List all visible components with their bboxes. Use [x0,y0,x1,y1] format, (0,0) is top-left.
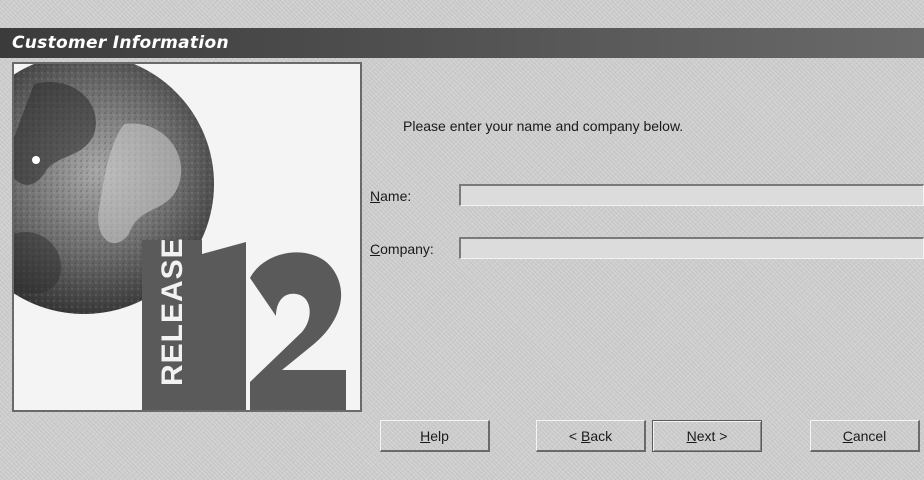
title-bar: Customer Information [0,28,924,58]
dialog-title: Customer Information [12,33,229,53]
cancel-button[interactable]: Cancel [810,420,920,452]
next-button[interactable]: Next > [652,420,762,452]
next-button-label: Next > [686,428,728,444]
back-button[interactable]: < Back [536,420,646,452]
release-text: RELEASE [156,237,189,386]
cancel-button-label: Cancel [842,427,887,444]
name-label: Name: [370,188,412,204]
globe-release-12-image: RELEASE [14,64,360,410]
company-label: Company: [370,241,434,257]
name-input[interactable] [459,184,924,206]
release-graphic-panel: RELEASE [12,62,362,412]
back-button-label: < Back [568,427,613,444]
customer-information-dialog: Customer Information RELEASE Please ente… [0,0,924,480]
help-button-label: Help [420,427,449,444]
help-button[interactable]: Help [380,420,490,452]
instructions-text: Please enter your name and company below… [403,118,684,134]
company-input[interactable] [459,237,924,259]
